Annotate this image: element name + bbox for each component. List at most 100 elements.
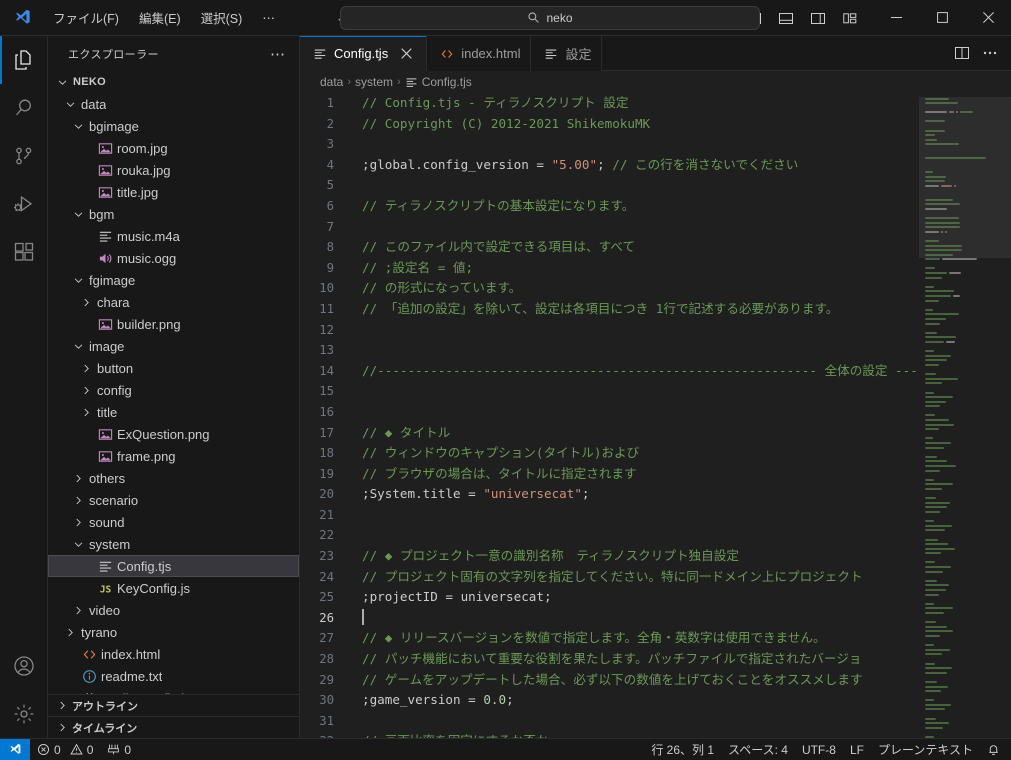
code-line[interactable]: 13 [300, 340, 919, 361]
activity-explorer[interactable] [0, 36, 48, 84]
minimap[interactable] [919, 93, 1011, 738]
encoding-status[interactable]: UTF-8 [795, 739, 843, 760]
tab-index-html[interactable]: index.html [427, 36, 532, 71]
menu-selection[interactable]: 選択(S) [192, 4, 252, 31]
window-close-button[interactable] [965, 0, 1011, 36]
language-mode-status[interactable]: プレーンテキスト [871, 739, 980, 760]
activity-manage-settings[interactable] [0, 690, 48, 738]
code-line[interactable]: 6 // ティラノスクリプトの基本設定になります。 [300, 196, 919, 217]
tree-item-rouka-jpg[interactable]: rouka.jpg [48, 159, 299, 181]
command-center-search[interactable]: neko [340, 5, 760, 30]
chevron-right-icon[interactable] [72, 494, 85, 507]
tree-item-title[interactable]: title [48, 401, 299, 423]
code-line[interactable]: 7 [300, 217, 919, 238]
tree-item-title-jpg[interactable]: title.jpg [48, 181, 299, 203]
activity-search[interactable] [0, 84, 48, 132]
minimap-slider[interactable] [919, 97, 1011, 258]
code-line[interactable]: 28 // パッチ機能において重要な役割を果たします。パッチファイルで指定されたバ… [300, 649, 919, 670]
explorer-more-actions-icon[interactable]: ⋯ [265, 45, 291, 63]
tree-item-video[interactable]: video [48, 599, 299, 621]
indentation-status[interactable]: スペース: 4 [721, 739, 795, 760]
chevron-right-icon[interactable] [80, 362, 93, 375]
tree-item-button[interactable]: button [48, 357, 299, 379]
activity-extensions[interactable] [0, 228, 48, 276]
tree-item-image[interactable]: image [48, 335, 299, 357]
tree-item-config-tjs[interactable]: Config.tjs [48, 555, 299, 577]
code-line[interactable]: 1 // Config.tjs - ティラノスクリプト 設定 [300, 93, 919, 114]
split-editor-icon[interactable] [949, 40, 975, 66]
code-line[interactable]: 14 //------------------------------------… [300, 361, 919, 382]
chevron-right-icon[interactable] [80, 296, 93, 309]
tree-item-config[interactable]: config [48, 379, 299, 401]
tree-item-exquestion-png[interactable]: ExQuestion.png [48, 423, 299, 445]
tab-config-tjs[interactable]: Config.tjs [300, 36, 428, 71]
tree-item-frame-png[interactable]: frame.png [48, 445, 299, 467]
tree-item-data[interactable]: data [48, 93, 299, 115]
tree-item-system[interactable]: system [48, 533, 299, 555]
tree-item-studio-config-json[interactable]: studio_config.json [48, 687, 299, 694]
code-line[interactable]: 26 [300, 607, 919, 629]
code-line[interactable]: 20 ;System.title = "universecat"; [300, 484, 919, 505]
tree-item-builder-png[interactable]: builder.png [48, 313, 299, 335]
toggle-secondary-sidebar-icon[interactable] [803, 5, 833, 31]
code-line[interactable]: 3 [300, 134, 919, 155]
code-line[interactable]: 23 // ◆ プロジェクト一意の識別名称 ティラノスクリプト独自設定 [300, 546, 919, 567]
cursor-position-status[interactable]: 行 26、列 1 [644, 739, 721, 760]
code-line[interactable]: 29 // ゲームをアップデートした場合、必ず以下の数値を上げておくことをオススメ… [300, 670, 919, 691]
code-line[interactable]: 2 // Copyright (C) 2012-2021 ShikemokuMK [300, 114, 919, 135]
tree-item-fgimage[interactable]: fgimage [48, 269, 299, 291]
breadcrumb-item-config-tjs[interactable]: Config.tjs [405, 75, 472, 89]
code-line[interactable]: 19 // ブラウザの場合は、タイトルに指定されます [300, 464, 919, 485]
menu-more[interactable]: ⋯ [253, 6, 284, 29]
chevron-right-icon[interactable] [80, 406, 93, 419]
breadcrumb[interactable]: data › system › Config.tjs [300, 71, 1011, 93]
customize-layout-icon[interactable] [835, 5, 865, 31]
code-line[interactable]: 12 [300, 320, 919, 341]
code-line[interactable]: 5 [300, 175, 919, 196]
code-line[interactable]: 18 // ウィンドウのキャプション(タイトル)および [300, 443, 919, 464]
notifications-bell-button[interactable] [980, 739, 1007, 760]
chevron-down-icon[interactable] [72, 208, 85, 221]
activity-accounts[interactable] [0, 642, 48, 690]
code-line[interactable]: 31 [300, 711, 919, 732]
toggle-panel-icon[interactable] [771, 5, 801, 31]
menu-edit[interactable]: 編集(E) [130, 4, 190, 31]
problems-status[interactable]: 0 0 [30, 739, 100, 760]
tab--[interactable]: 設定 [531, 36, 603, 71]
chevron-right-icon[interactable] [56, 699, 69, 712]
ports-status[interactable]: 0 [100, 739, 138, 760]
tree-item-neko[interactable]: NEKO [48, 71, 299, 93]
tree-item-music-ogg[interactable]: music.ogg [48, 247, 299, 269]
tree-item-bgm[interactable]: bgm [48, 203, 299, 225]
tree-item-keyconfig-js[interactable]: JS KeyConfig.js [48, 577, 299, 599]
code-line[interactable]: 32 // 画面比率を固定にするか否か [300, 731, 919, 738]
code-line[interactable]: 30 ;game_version = 0.0; [300, 690, 919, 711]
tree-item-others[interactable]: others [48, 467, 299, 489]
code-line[interactable]: 17 // ◆ タイトル [300, 423, 919, 444]
tree-item-index-html[interactable]: index.html [48, 643, 299, 665]
chevron-right-icon[interactable] [72, 604, 85, 617]
sidebar-section-outline[interactable]: アウトライン [48, 694, 299, 716]
chevron-down-icon[interactable] [72, 340, 85, 353]
tree-item-scenario[interactable]: scenario [48, 489, 299, 511]
code-editor[interactable]: 1 // Config.tjs - ティラノスクリプト 設定 2 // Copyrig… [300, 93, 1011, 738]
sidebar-section-timeline[interactable]: タイムライン [48, 716, 299, 738]
tree-item-chara[interactable]: chara [48, 291, 299, 313]
menu-file[interactable]: ファイル(F) [44, 4, 128, 31]
tree-item-bgimage[interactable]: bgimage [48, 115, 299, 137]
code-line[interactable]: 8 // このファイル内で設定できる項目は、すべて [300, 237, 919, 258]
chevron-right-icon[interactable] [64, 626, 77, 639]
tree-item-readme-txt[interactable]: readme.txt [48, 665, 299, 687]
code-line[interactable]: 16 [300, 402, 919, 423]
chevron-down-icon[interactable] [64, 98, 77, 111]
code-line[interactable]: 21 [300, 505, 919, 526]
chevron-down-icon[interactable] [72, 120, 85, 133]
chevron-right-icon[interactable] [72, 472, 85, 485]
code-line[interactable]: 24 // プロジェクト固有の文字列を指定してください。特に同一ドメイン上にプロジ… [300, 567, 919, 588]
chevron-down-icon[interactable] [72, 538, 85, 551]
code-line[interactable]: 4 ;global.config_version = "5.00"; // この行… [300, 155, 919, 176]
tree-item-sound[interactable]: sound [48, 511, 299, 533]
code-lines[interactable]: 1 // Config.tjs - ティラノスクリプト 設定 2 // Copyrig… [300, 93, 919, 738]
tree-item-music-m4a[interactable]: music.m4a [48, 225, 299, 247]
file-tree[interactable]: NEKO data bgimage room.jpg rouka.jpg title.jp… [48, 71, 299, 694]
